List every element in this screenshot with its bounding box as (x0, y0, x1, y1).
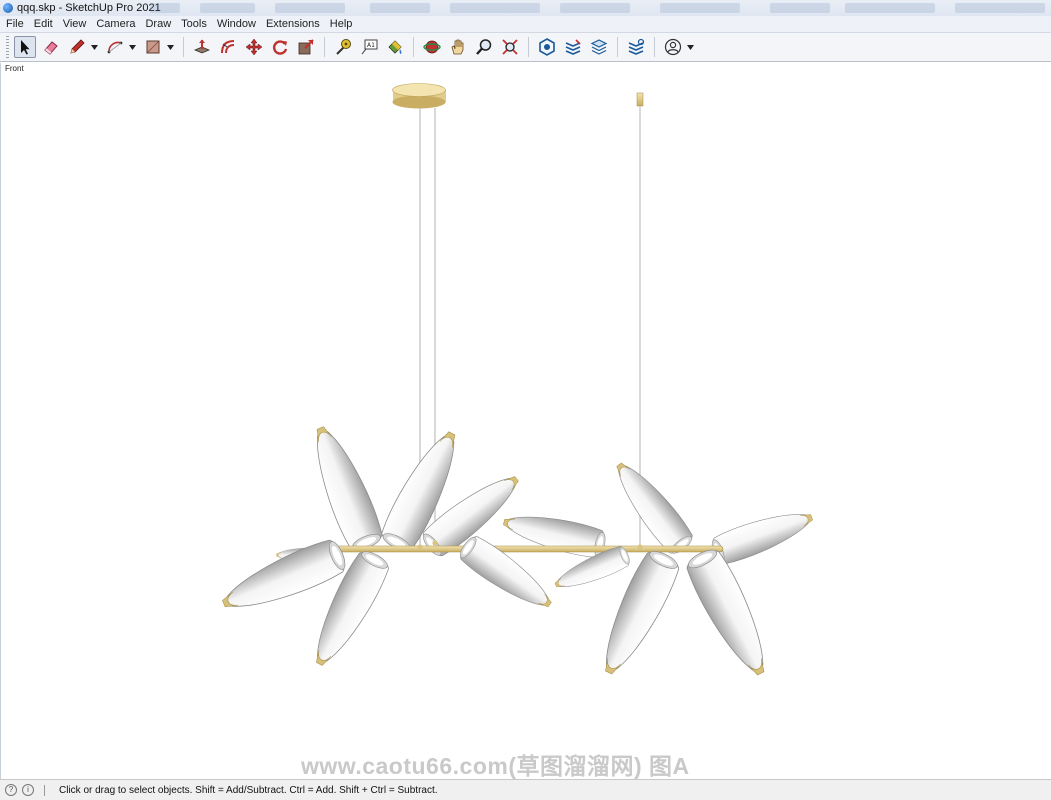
arc-tool-button[interactable] (104, 36, 126, 58)
scale-icon (298, 39, 314, 55)
tape-measure-tool-button[interactable] (332, 36, 354, 58)
layers-icon (590, 39, 608, 55)
arc-icon (107, 41, 123, 54)
account-dropdown[interactable] (686, 36, 694, 58)
offset-icon (221, 40, 235, 54)
menu-extensions[interactable]: Extensions (261, 16, 325, 32)
glass-bulb (500, 506, 609, 561)
toolbar-separator (617, 37, 618, 57)
pendant-lamp-model[interactable] (1, 63, 1051, 779)
suspension-cables (419, 106, 641, 547)
status-message: Click or drag to select objects. Shift =… (59, 784, 438, 796)
select-tool-button[interactable] (14, 36, 36, 58)
extension-warehouse-tool-button[interactable] (562, 36, 584, 58)
paint-bucket-icon (388, 40, 402, 54)
glass-bulb (681, 543, 780, 684)
offset-tool-button[interactable] (217, 36, 239, 58)
bulb-group-back (276, 420, 818, 569)
eraser-tool-button[interactable] (40, 36, 62, 58)
model-viewport[interactable]: Front www.caotu66.com(草图溜溜网) 图A (0, 63, 1051, 779)
svg-text:A1: A1 (367, 42, 375, 49)
info-icon[interactable]: i (22, 784, 34, 796)
menu-draw[interactable]: Draw (140, 16, 176, 32)
3d-warehouse-tool-button[interactable] (536, 36, 558, 58)
eraser-icon (44, 41, 58, 55)
menu-file[interactable]: File (0, 16, 29, 32)
tape-measure-icon (336, 39, 351, 55)
menu-help[interactable]: Help (325, 16, 358, 32)
orbit-tool-button[interactable] (421, 36, 443, 58)
push-pull-icon (193, 39, 211, 54)
orbit-icon (423, 40, 441, 54)
menu-camera[interactable]: Camera (91, 16, 140, 32)
arc-dropdown[interactable] (128, 36, 136, 58)
move-tool-button[interactable] (243, 36, 265, 58)
glass-bulb (301, 420, 388, 556)
toolbar-grip[interactable] (6, 36, 9, 58)
chevron-down-icon (90, 44, 98, 50)
extension-manager-icon (628, 38, 645, 55)
bulb-group-front (215, 531, 780, 684)
pencil-icon (70, 39, 85, 54)
status-bar: ? i Click or drag to select objects. Shi… (0, 779, 1051, 800)
toolbar-separator (654, 37, 655, 57)
glass-bulb (707, 502, 818, 569)
pan-tool-button[interactable] (447, 36, 469, 58)
user-account-icon (664, 38, 682, 56)
toolbar-separator (528, 37, 529, 57)
scale-tool-button[interactable] (295, 36, 317, 58)
menu-window[interactable]: Window (212, 16, 261, 32)
zoom-extents-tool-button[interactable] (499, 36, 521, 58)
status-separator (44, 784, 45, 796)
menu-view[interactable]: View (58, 16, 92, 32)
extension-warehouse-icon (565, 39, 581, 55)
magnifier-icon (476, 39, 492, 55)
rotate-tool-button[interactable] (269, 36, 291, 58)
menu-bar: File Edit View Camera Draw Tools Window … (0, 16, 1051, 33)
title-bar: qqq.skp - SketchUp Pro 2021 (0, 0, 1051, 16)
extension-manager-tool-button[interactable] (625, 36, 647, 58)
toolbar: A1 (0, 33, 1051, 62)
hand-icon (451, 39, 464, 55)
account-tool-button[interactable] (662, 36, 684, 58)
pencil-dropdown[interactable] (90, 36, 98, 58)
menu-edit[interactable]: Edit (29, 16, 58, 32)
ceiling-canopy-left (392, 83, 446, 109)
zoom-tool-button[interactable] (473, 36, 495, 58)
push-pull-tool-button[interactable] (191, 36, 213, 58)
rectangle-dropdown[interactable] (166, 36, 174, 58)
warehouse-icon (539, 38, 555, 56)
cursor-arrow-icon (21, 40, 30, 55)
sketchup-logo-icon (3, 3, 13, 13)
layout-tool-button[interactable] (588, 36, 610, 58)
toolbar-separator (183, 37, 184, 57)
text-tool-button[interactable]: A1 (358, 36, 380, 58)
paint-bucket-tool-button[interactable] (384, 36, 406, 58)
ceiling-canopy-right (636, 92, 644, 107)
menu-tools[interactable]: Tools (176, 16, 212, 32)
window-title: qqq.skp - SketchUp Pro 2021 (17, 2, 161, 14)
move-icon (245, 38, 263, 56)
chevron-down-icon (686, 44, 694, 50)
toolbar-separator (324, 37, 325, 57)
zoom-extents-icon (502, 39, 518, 55)
rectangle-tool-button[interactable] (142, 36, 164, 58)
chevron-down-icon (128, 44, 136, 50)
rotate-icon (273, 40, 288, 55)
chevron-down-icon (166, 44, 174, 50)
glass-bulb (605, 454, 698, 559)
watermark-text: www.caotu66.com(草图溜溜网) 图A (301, 753, 690, 779)
toolbar-separator (413, 37, 414, 57)
geo-location-icon[interactable]: ? (5, 784, 17, 796)
rectangle-icon (146, 40, 160, 54)
pencil-tool-button[interactable] (66, 36, 88, 58)
text-icon: A1 (361, 39, 378, 55)
